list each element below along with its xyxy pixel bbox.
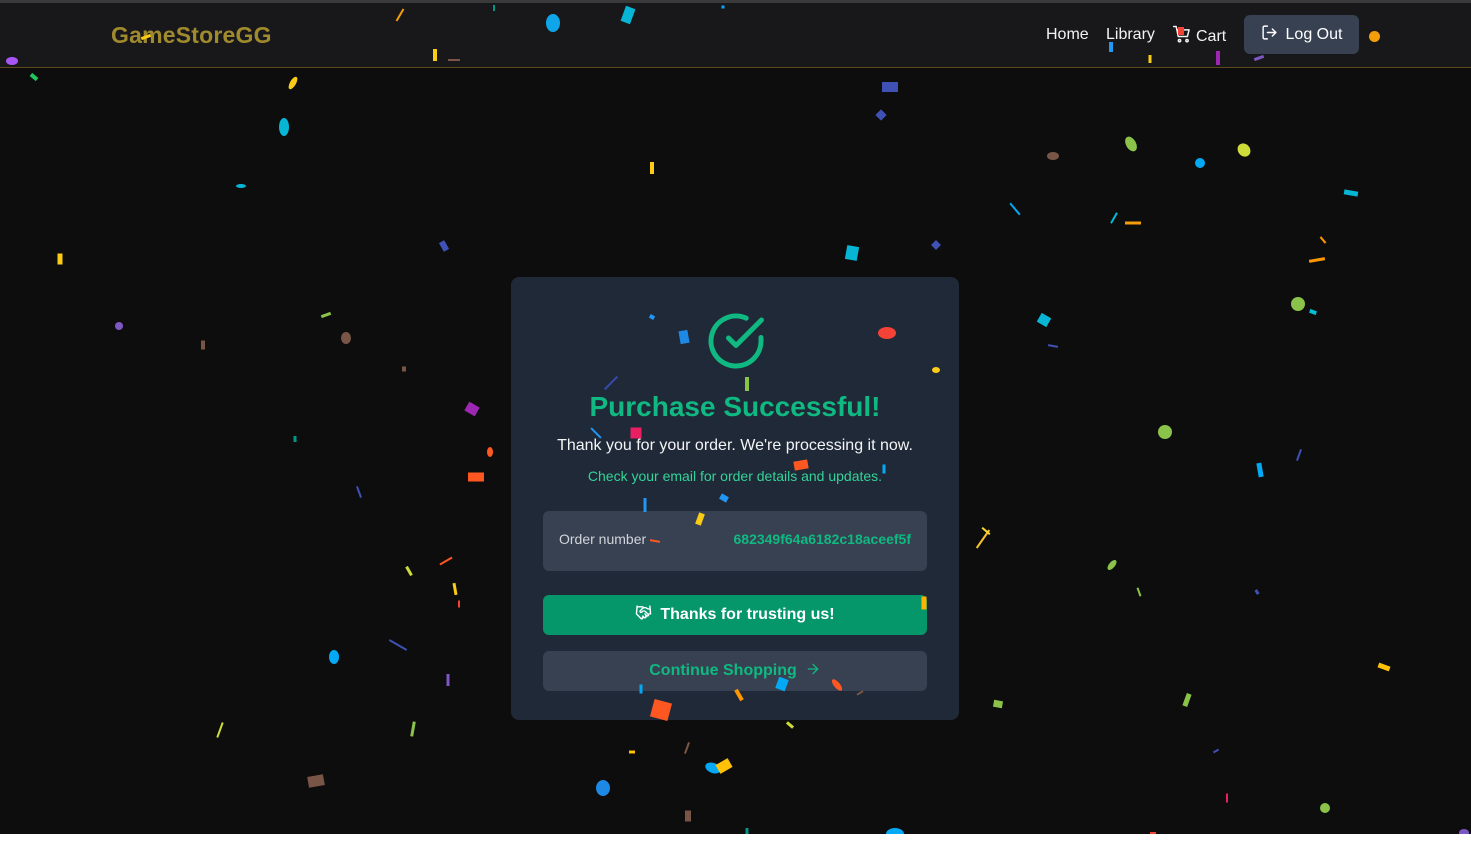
purchase-success-card: Purchase Successful! Thank you for your … [511,277,959,720]
logout-button[interactable]: Log Out [1244,15,1359,54]
confetti-piece [29,72,39,82]
confetti-piece [1036,312,1052,328]
confetti-piece [1047,344,1059,348]
confetti-piece [875,109,887,121]
confetti-piece [650,162,654,174]
logout-label: Log Out [1285,25,1343,43]
status-dot [1369,31,1380,42]
thanks-button[interactable]: Thanks for trusting us! [543,595,927,635]
confetti-piece [115,322,123,330]
email-hint-text: Check your email for order details and u… [587,468,883,484]
continue-shopping-button[interactable]: Continue Shopping [543,651,927,691]
order-number-value: 682349f64a6182c18aceef5f [733,531,912,547]
confetti-piece [1009,202,1021,216]
thanks-label: Thanks for trusting us! [660,606,835,623]
nav-library-link[interactable]: Library [1106,26,1155,44]
cart-icon [1172,24,1192,49]
confetti-piece [468,472,484,482]
confetti-piece [1150,832,1156,834]
confetti-piece [745,828,749,834]
confetti-piece [1377,662,1391,672]
confetti-piece [1136,587,1142,597]
confetti-piece [1319,236,1327,244]
confetti-piece [1047,152,1059,160]
confetti-piece [307,774,325,788]
confetti-piece [320,311,332,319]
confetti-piece [279,118,289,136]
check-circle-icon [705,310,767,372]
confetti-piece [1320,803,1330,813]
confetti-piece [1309,308,1317,316]
confetti-piece [1158,425,1172,439]
confetti-piece [341,332,351,344]
confetti-piece [356,486,362,498]
confetti-piece [1195,158,1205,168]
confetti-piece [1182,693,1192,707]
brand-logo[interactable]: GameStoreGG [111,22,272,49]
confetti-piece [684,742,690,754]
cart-label: Cart [1196,27,1227,45]
confetti-piece [844,245,860,261]
confetti-piece [629,750,635,754]
nav-cart-link[interactable]: Cart [1172,24,1226,49]
confetti-piece [1256,462,1264,478]
confetti-piece [410,721,416,737]
confetti-piece [886,828,904,834]
order-number-box: Order number 682349f64a6182c18aceef5f [543,511,927,571]
arrow-right-icon [805,661,821,682]
order-number-label: Order number [559,531,647,547]
confetti-piece [981,527,991,535]
confetti-piece [452,582,458,596]
confetti-piece [1125,221,1141,225]
confetti-piece [1296,449,1302,461]
confetti-piece [288,76,298,90]
logout-icon [1261,24,1278,46]
confetti-piece [57,253,63,265]
continue-label: Continue Shopping [649,662,797,679]
confetti-piece [705,762,721,774]
confetti-piece [715,758,733,774]
confetti-piece [402,366,406,372]
app-window: GameStoreGG Home Library Cart Log Out Pu… [0,0,1471,834]
confetti-piece [329,650,339,664]
confetti-piece [1254,589,1260,595]
confetti-piece [439,556,453,566]
confetti-piece [1125,136,1137,152]
page-title: Purchase Successful! [589,391,881,422]
confetti-piece [464,401,480,417]
confetti-piece [388,639,408,651]
confetti-piece [785,721,795,729]
confetti-piece [1212,748,1220,754]
confetti-piece [685,810,691,822]
confetti-piece [1237,143,1251,157]
confetti-piece [882,82,898,92]
confetti-piece [992,699,1004,709]
subtitle-text: Thank you for your order. We're processi… [557,437,913,454]
confetti-piece [1226,793,1228,803]
confetti-piece [975,529,991,549]
confetti-piece [1107,560,1117,570]
confetti-piece [487,447,493,457]
confetti-piece [405,565,413,577]
confetti-piece [458,600,460,608]
confetti-piece [446,674,450,686]
navbar: GameStoreGG Home Library Cart Log Out [0,3,1471,68]
confetti-piece [438,240,450,252]
confetti-piece [1291,297,1305,311]
confetti-piece [1308,257,1326,263]
confetti-piece [596,780,610,796]
confetti-piece [236,184,246,188]
confetti-piece [216,722,224,738]
handshake-icon [635,604,652,626]
confetti-piece [931,240,941,250]
confetti-piece [1459,829,1469,834]
confetti-piece [293,436,297,442]
confetti-piece [201,340,205,350]
confetti-piece [1343,189,1359,197]
nav-home-link[interactable]: Home [1046,26,1089,44]
confetti-piece [1110,212,1118,224]
